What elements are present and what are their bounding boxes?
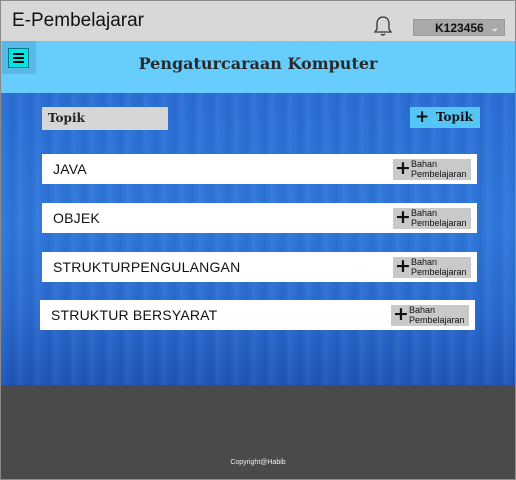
user-select-value: K123456 (435, 21, 484, 35)
bell-icon[interactable] (371, 14, 395, 38)
add-topic-button[interactable]: + Topik (410, 107, 480, 128)
topic-row[interactable]: STRUKTURPENGULANGAN + Bahan Pembelajaran (42, 252, 477, 282)
topic-row[interactable]: OBJEK + Bahan Pembelajaran (42, 203, 477, 233)
plus-icon: + (393, 303, 409, 325)
topic-name: OBJEK (53, 210, 100, 226)
add-material-label: Bahan Pembelajaran (409, 305, 465, 325)
top-bar: E-Pembelajarar K123456 ⌄ (1, 1, 515, 41)
add-topic-label: Topik (436, 110, 473, 124)
add-material-button[interactable]: + Bahan Pembelajaran (391, 303, 469, 326)
plus-icon: + (415, 107, 430, 127)
plus-icon: + (395, 157, 411, 179)
topic-name: STRUKTURPENGULANGAN (53, 259, 241, 275)
add-material-button[interactable]: + Bahan Pembelajaran (393, 255, 471, 278)
plus-icon: + (395, 206, 411, 228)
chevron-down-icon: ⌄ (490, 23, 499, 34)
content-area (1, 93, 515, 385)
app-frame: E-Pembelajarar K123456 ⌄ Pengaturcaraan … (0, 0, 516, 480)
user-select[interactable]: K123456 ⌄ (413, 19, 505, 36)
add-material-label: Bahan Pembelajaran (411, 208, 467, 228)
topic-name: STRUKTUR BERSYARAT (51, 307, 218, 323)
copyright-text: Copyright@Habib (230, 459, 286, 466)
add-material-label: Bahan Pembelajaran (411, 159, 467, 179)
topic-section-label: Topik (42, 107, 168, 130)
app-title: E-Pembelajarar (12, 10, 144, 31)
topic-name: JAVA (53, 161, 87, 177)
plus-icon: + (395, 255, 411, 277)
topic-row[interactable]: STRUKTUR BERSYARAT + Bahan Pembelajaran (40, 300, 475, 330)
add-material-button[interactable]: + Bahan Pembelajaran (393, 206, 471, 229)
add-material-label: Bahan Pembelajaran (411, 257, 467, 277)
topic-row[interactable]: JAVA + Bahan Pembelajaran (42, 154, 477, 184)
add-material-button[interactable]: + Bahan Pembelajaran (393, 157, 471, 180)
course-title: Pengaturcaraan Komputer (138, 54, 378, 73)
